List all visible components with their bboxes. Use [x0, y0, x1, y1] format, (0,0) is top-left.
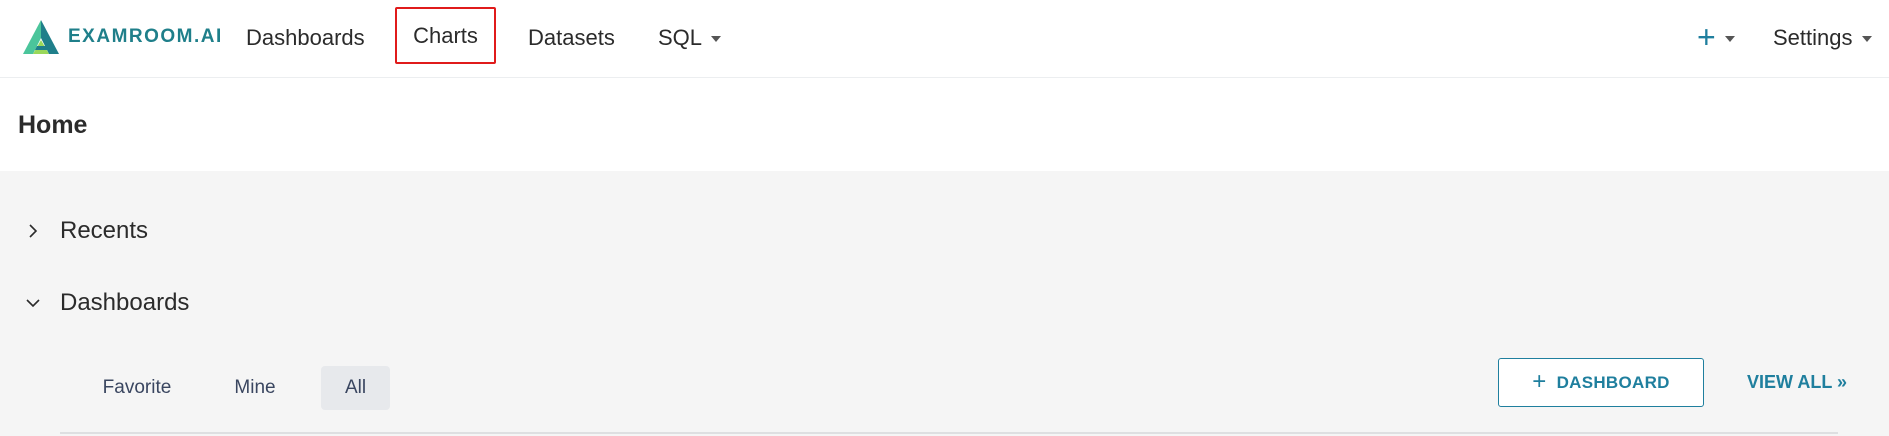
chevron-right-icon: [29, 224, 38, 238]
tab-mine[interactable]: Mine: [202, 366, 308, 410]
nav-sql-menu[interactable]: SQL: [658, 0, 722, 76]
divider: [60, 432, 1838, 434]
add-dashboard-label: DASHBOARD: [1556, 372, 1670, 392]
dashboard-filter-tabs: Favorite Mine All: [84, 366, 390, 410]
chevron-down-icon: [26, 299, 40, 308]
examroom-logo-icon: [23, 20, 59, 54]
caret-down-icon: [1724, 36, 1735, 42]
top-navbar: EXAMROOM.AI Dashboards Charts Datasets S…: [0, 0, 1889, 78]
nav-dashboards[interactable]: Dashboards: [246, 0, 365, 76]
tab-favorite[interactable]: Favorite: [84, 366, 190, 410]
tab-all[interactable]: All: [321, 366, 390, 410]
caret-down-icon: [1861, 36, 1872, 42]
recents-section-label: Recents: [60, 217, 149, 244]
view-all-link[interactable]: VIEW ALL »: [1747, 369, 1847, 395]
brand-name: EXAMROOM.AI: [68, 26, 223, 47]
dashboards-section-toggle[interactable]: Dashboards: [0, 279, 189, 327]
home-content: Recents Dashboards Favorite Mine All + D…: [0, 171, 1889, 436]
brand[interactable]: EXAMROOM.AI: [22, 18, 223, 56]
new-menu-button[interactable]: +: [1697, 0, 1735, 76]
page-title: Home: [18, 111, 88, 139]
plus-icon: +: [1697, 18, 1716, 55]
nav-datasets[interactable]: Datasets: [528, 0, 615, 76]
plus-icon: +: [1532, 367, 1547, 395]
settings-label: Settings: [1773, 25, 1853, 50]
add-dashboard-button[interactable]: + DASHBOARD: [1498, 358, 1704, 407]
recents-section-toggle[interactable]: Recents: [0, 207, 148, 255]
nav-sql-label: SQL: [658, 25, 703, 50]
dashboards-section-label: Dashboards: [60, 289, 190, 316]
page-header: Home: [0, 78, 1889, 171]
caret-down-icon: [711, 36, 722, 42]
nav-charts[interactable]: Charts: [395, 7, 496, 64]
settings-menu[interactable]: Settings: [1773, 0, 1872, 76]
